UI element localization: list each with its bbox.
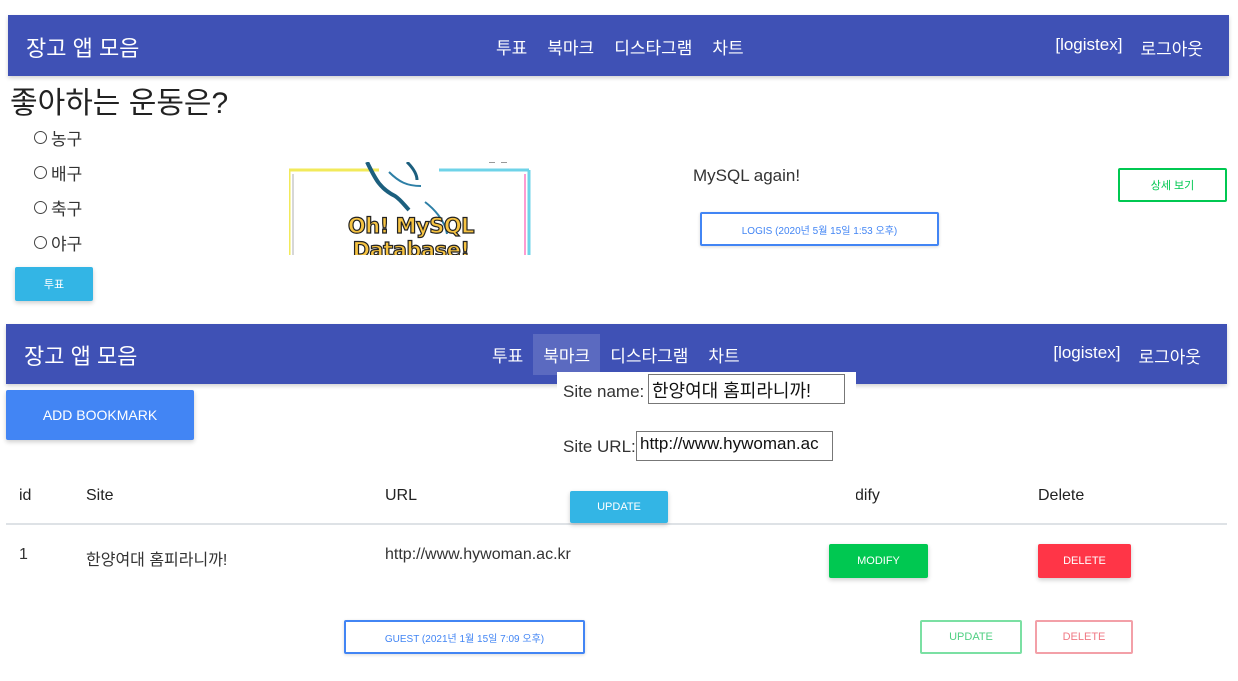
navbar-menu: 투표 북마크 디스타그램 차트 <box>482 334 750 375</box>
radio-icon[interactable] <box>34 166 47 179</box>
site-url-label: Site URL: <box>563 437 636 456</box>
site-name-input[interactable]: 한양여대 홈피라니까! <box>648 374 845 404</box>
post-title: MySQL again! <box>693 166 801 185</box>
author-timestamp-button[interactable]: LOGIS (2020년 5월 15일 1:53 오후) <box>700 212 939 246</box>
nav-item-bookmark[interactable]: 북마크 <box>537 34 604 59</box>
delete-button[interactable]: DELETE <box>1038 544 1131 578</box>
poll-option-label: 농구 <box>51 130 83 149</box>
username-label: [logistex] <box>1053 343 1121 362</box>
nav-item-chart[interactable]: 차트 <box>702 34 753 59</box>
table-header-modify: dify <box>855 487 880 504</box>
username-label: [logistex] <box>1055 35 1123 54</box>
guest-timestamp-button[interactable]: GUEST (2021년 1월 15일 7:09 오후) <box>344 620 585 654</box>
table-divider <box>6 523 1227 525</box>
nav-item-poll[interactable]: 투표 <box>482 342 533 375</box>
bookmark-edit-form: Site name: 한양여대 홈피라니까! Site URL: http://… <box>557 372 856 523</box>
post-image-text: Oh! MySQL Database! <box>347 213 475 255</box>
row-url[interactable]: http://www.hywoman.ac.kr <box>385 546 571 564</box>
post-image: Oh! MySQL Database! <box>289 162 532 255</box>
radio-icon[interactable] <box>34 131 47 144</box>
navbar-user-area: [logistex] 로그아웃 <box>1055 35 1203 60</box>
table-header-id: id <box>19 487 32 504</box>
modify-button[interactable]: MODIFY <box>829 544 928 578</box>
poll-option[interactable]: 축구 <box>34 195 82 220</box>
row-id: 1 <box>19 546 28 563</box>
table-header-site: Site <box>86 487 114 504</box>
poll-option-label: 배구 <box>51 165 83 184</box>
logout-link[interactable]: 로그아웃 <box>1140 35 1203 60</box>
radio-icon[interactable] <box>34 201 47 214</box>
navbar-brand[interactable]: 장고 앱 모음 <box>26 31 139 63</box>
nav-item-poll[interactable]: 투표 <box>486 34 537 59</box>
poll-option[interactable]: 농구 <box>34 125 82 150</box>
poll-question: 좋아하는 운동은? <box>10 87 229 120</box>
nav-item-chart[interactable]: 차트 <box>698 342 749 375</box>
table-header-url: URL <box>385 487 418 504</box>
form-update-button[interactable]: UPDATE <box>570 491 668 523</box>
add-bookmark-button[interactable]: ADD BOOKMARK <box>6 390 194 440</box>
row-site: 한양여대 홈피라니까! <box>86 552 228 569</box>
navbar-user-area: [logistex] 로그아웃 <box>1053 343 1201 368</box>
poll-option-label: 야구 <box>51 235 83 254</box>
footer-delete-button[interactable]: DELETE <box>1035 620 1133 654</box>
poll-option[interactable]: 배구 <box>34 160 82 185</box>
site-url-input[interactable]: http://www.hywoman.ac <box>636 431 833 461</box>
top-navbar: 장고 앱 모음 투표 북마크 디스타그램 차트 [logistex] 로그아웃 <box>8 15 1229 76</box>
poll-option-label: 축구 <box>51 200 83 219</box>
footer-update-button[interactable]: UPDATE <box>920 620 1022 654</box>
table-header-delete: Delete <box>1038 487 1085 504</box>
nav-item-bookmark-active[interactable]: 북마크 <box>533 334 601 375</box>
nav-item-distagram[interactable]: 디스타그램 <box>604 34 702 59</box>
detail-view-button[interactable]: 상세 보기 <box>1118 168 1227 202</box>
radio-icon[interactable] <box>34 236 47 249</box>
logout-link[interactable]: 로그아웃 <box>1138 343 1201 368</box>
vote-button[interactable]: 투표 <box>15 267 93 301</box>
nav-item-distagram[interactable]: 디스타그램 <box>600 342 698 375</box>
navbar-brand[interactable]: 장고 앱 모음 <box>24 339 137 371</box>
poll-option[interactable]: 야구 <box>34 230 82 255</box>
navbar-menu: 투표 북마크 디스타그램 차트 <box>486 34 754 59</box>
site-name-label: Site name: <box>563 382 645 401</box>
